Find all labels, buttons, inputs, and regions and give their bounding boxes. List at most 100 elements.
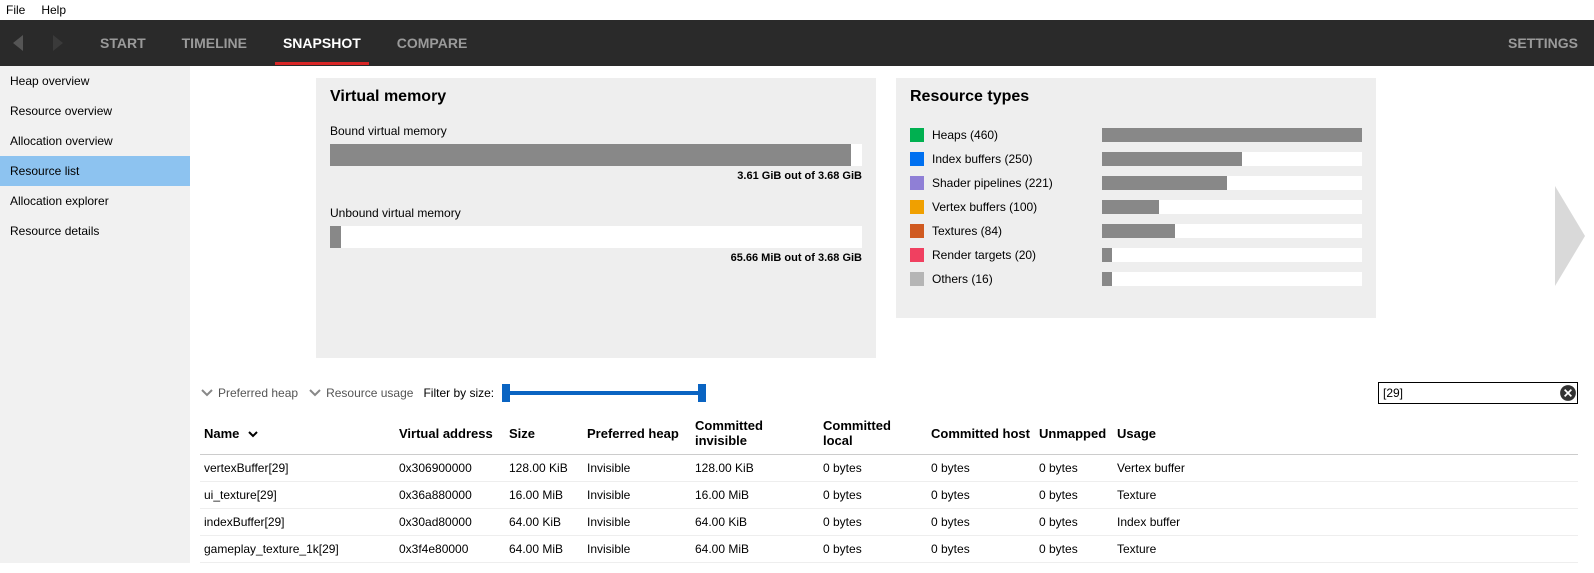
cell-name: vertexBuffer[29] <box>200 455 395 482</box>
vm-panel-title: Virtual memory <box>330 88 862 106</box>
cell-addr: 0x306900000 <box>395 455 505 482</box>
col-usage[interactable]: Usage <box>1113 412 1578 455</box>
filter-preferred-heap-label: Preferred heap <box>218 386 298 400</box>
cell-unmap: 0 bytes <box>1035 509 1113 536</box>
sidebar-item-allocation-overview[interactable]: Allocation overview <box>0 126 190 156</box>
cell-cinv: 64.00 MiB <box>691 536 819 563</box>
main-tabs: START TIMELINE SNAPSHOT COMPARE <box>100 21 467 65</box>
resource-type-label: Index buffers (250) <box>932 152 1102 166</box>
tab-compare[interactable]: COMPARE <box>397 21 468 65</box>
col-name[interactable]: Name <box>200 412 395 455</box>
virtual-memory-panel: Virtual memory Bound virtual memory 3.61… <box>316 78 876 358</box>
vm-bound-label: Bound virtual memory <box>330 124 862 138</box>
cell-usage: Vertex buffer <box>1113 455 1578 482</box>
col-virtual-address[interactable]: Virtual address <box>395 412 505 455</box>
cell-size: 64.00 KiB <box>505 509 583 536</box>
col-preferred-heap[interactable]: Preferred heap <box>583 412 691 455</box>
resource-type-row[interactable]: Shader pipelines (221) <box>910 172 1362 194</box>
resource-type-bar <box>1102 200 1362 214</box>
cell-chost: 0 bytes <box>927 455 1035 482</box>
col-committed-host[interactable]: Committed host <box>927 412 1035 455</box>
chevron-down-icon <box>308 386 322 400</box>
close-icon <box>1559 384 1577 402</box>
vm-bound-meter <box>330 144 862 166</box>
clear-search-button[interactable] <box>1559 384 1577 402</box>
filter-resource-usage[interactable]: Resource usage <box>308 386 413 400</box>
triangle-left-icon <box>9 33 29 53</box>
table-row[interactable]: indexBuffer[29]0x30ad8000064.00 KiBInvis… <box>200 509 1578 536</box>
cell-addr: 0x30ad80000 <box>395 509 505 536</box>
resource-type-row[interactable]: Textures (84) <box>910 220 1362 242</box>
cell-unmap: 0 bytes <box>1035 482 1113 509</box>
cell-cloc: 0 bytes <box>819 536 927 563</box>
resource-table: Name Virtual address Size Preferred heap… <box>200 412 1578 563</box>
col-committed-local[interactable]: Committed local <box>819 412 927 455</box>
cell-usage: Index buffer <box>1113 509 1578 536</box>
cell-cinv: 128.00 KiB <box>691 455 819 482</box>
cell-cloc: 0 bytes <box>819 509 927 536</box>
vm-unbound-label: Unbound virtual memory <box>330 206 862 220</box>
cell-chost: 0 bytes <box>927 482 1035 509</box>
cell-cloc: 0 bytes <box>819 482 927 509</box>
col-size[interactable]: Size <box>505 412 583 455</box>
resource-type-bar <box>1102 176 1362 190</box>
size-range-slider[interactable] <box>504 383 704 403</box>
cell-size: 16.00 MiB <box>505 482 583 509</box>
resource-type-row[interactable]: Index buffers (250) <box>910 148 1362 170</box>
cell-chost: 0 bytes <box>927 536 1035 563</box>
vm-unbound-meter <box>330 226 862 248</box>
sidebar-item-heap-overview[interactable]: Heap overview <box>0 66 190 96</box>
resource-type-row[interactable]: Vertex buffers (100) <box>910 196 1362 218</box>
slider-thumb-min[interactable] <box>502 384 510 402</box>
col-unmapped[interactable]: Unmapped <box>1035 412 1113 455</box>
filter-resource-usage-label: Resource usage <box>326 386 413 400</box>
table-row[interactable]: gameplay_texture_1k[29]0x3f4e8000064.00 … <box>200 536 1578 563</box>
cell-unmap: 0 bytes <box>1035 455 1113 482</box>
resource-type-swatch <box>910 224 924 238</box>
sidebar: Heap overviewResource overviewAllocation… <box>0 66 190 563</box>
cell-name: ui_texture[29] <box>200 482 395 509</box>
resource-type-swatch <box>910 272 924 286</box>
sidebar-item-resource-overview[interactable]: Resource overview <box>0 96 190 126</box>
tab-settings[interactable]: SETTINGS <box>1508 35 1578 51</box>
cell-cinv: 16.00 MiB <box>691 482 819 509</box>
rt-panel-title: Resource types <box>910 88 1362 106</box>
slider-thumb-max[interactable] <box>698 384 706 402</box>
cell-pheap: Invisible <box>583 482 691 509</box>
sidebar-item-resource-list[interactable]: Resource list <box>0 156 190 186</box>
sidebar-item-allocation-explorer[interactable]: Allocation explorer <box>0 186 190 216</box>
col-committed-invisible[interactable]: Committed invisible <box>691 412 819 455</box>
resource-type-bar <box>1102 152 1362 166</box>
resource-type-swatch <box>910 152 924 166</box>
tab-start[interactable]: START <box>100 21 146 65</box>
resource-type-row[interactable]: Heaps (460) <box>910 124 1362 146</box>
cell-size: 128.00 KiB <box>505 455 583 482</box>
table-row[interactable]: vertexBuffer[29]0x306900000128.00 KiBInv… <box>200 455 1578 482</box>
cell-usage: Texture <box>1113 536 1578 563</box>
menu-help[interactable]: Help <box>41 3 66 17</box>
resource-type-label: Others (16) <box>932 272 1102 286</box>
cell-pheap: Invisible <box>583 536 691 563</box>
resource-type-swatch <box>910 248 924 262</box>
resource-type-row[interactable]: Others (16) <box>910 268 1362 290</box>
tab-timeline[interactable]: TIMELINE <box>182 21 247 65</box>
menu-file[interactable]: File <box>6 3 25 17</box>
tab-snapshot[interactable]: SNAPSHOT <box>283 21 361 65</box>
table-row[interactable]: ui_texture[29]0x36a88000016.00 MiBInvisi… <box>200 482 1578 509</box>
resource-type-swatch <box>910 128 924 142</box>
resource-type-swatch <box>910 176 924 190</box>
nav-back-button[interactable] <box>6 30 32 56</box>
resource-type-row[interactable]: Render targets (20) <box>910 244 1362 266</box>
filter-by-size-label: Filter by size: <box>423 386 494 400</box>
search-input[interactable] <box>1379 386 1559 400</box>
cell-name: indexBuffer[29] <box>200 509 395 536</box>
cell-pheap: Invisible <box>583 509 691 536</box>
vm-unbound-stat: 65.66 MiB out of 3.68 GiB <box>330 252 862 264</box>
cell-unmap: 0 bytes <box>1035 536 1113 563</box>
cell-addr: 0x36a880000 <box>395 482 505 509</box>
nav-forward-button[interactable] <box>44 30 70 56</box>
resource-type-bar <box>1102 224 1362 238</box>
sidebar-item-resource-details[interactable]: Resource details <box>0 216 190 246</box>
resource-type-label: Heaps (460) <box>932 128 1102 142</box>
filter-preferred-heap[interactable]: Preferred heap <box>200 386 298 400</box>
